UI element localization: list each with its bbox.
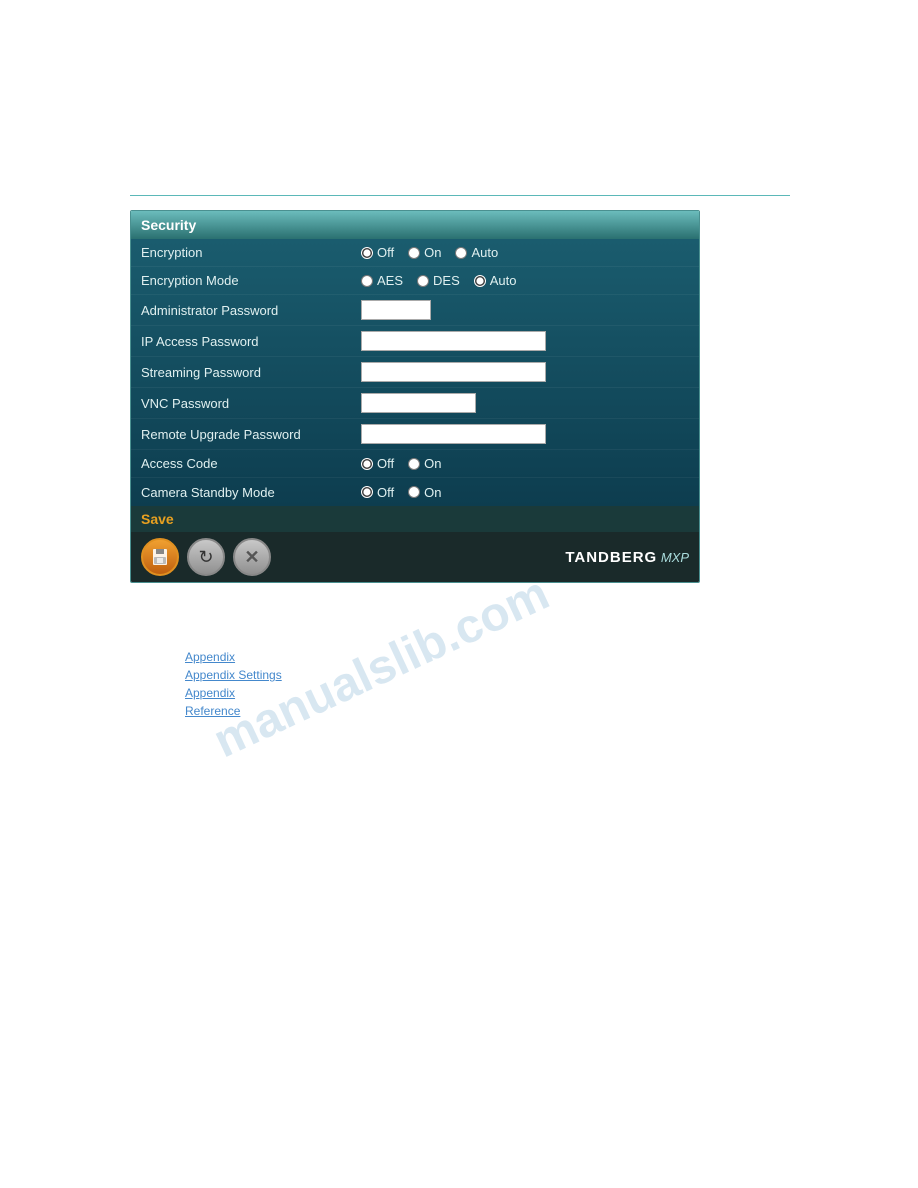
encryption-mode-radio-group: AES DES Auto [361,273,517,288]
toolbar-row: ↻ ✕ TANDBERG MXP [131,532,699,582]
link-3[interactable]: Appendix [185,686,282,700]
streaming-password-label: Streaming Password [141,365,361,380]
encryption-auto-label: Auto [471,245,498,260]
encryption-radio-group: Off On Auto [361,245,498,260]
encryption-row: Encryption Off On Auto [131,239,699,267]
admin-password-row: Administrator Password [131,295,699,326]
enc-mode-aes-label: AES [377,273,403,288]
encryption-off-label: Off [377,245,394,260]
enc-mode-auto-label: Auto [490,273,517,288]
close-button[interactable]: ✕ [233,538,271,576]
links-area: Appendix Appendix Settings Appendix Refe… [185,650,282,722]
refresh-icon: ↻ [198,547,213,568]
panel-header: Security [131,211,699,239]
refresh-button[interactable]: ↻ [187,538,225,576]
admin-password-label: Administrator Password [141,303,361,318]
remote-upgrade-password-label: Remote Upgrade Password [141,427,361,442]
camera-standby-off-radio[interactable] [361,486,373,498]
access-code-on-radio[interactable] [408,458,420,470]
enc-mode-auto-radio[interactable] [474,275,486,287]
camera-standby-on-option[interactable]: On [408,485,441,500]
save-row: Save [131,506,699,532]
encryption-auto-option[interactable]: Auto [455,245,498,260]
enc-mode-aes-option[interactable]: AES [361,273,403,288]
ip-access-password-row: IP Access Password [131,326,699,357]
encryption-mode-row: Encryption Mode AES DES Auto [131,267,699,295]
remote-upgrade-password-row: Remote Upgrade Password [131,419,699,450]
vnc-password-label: VNC Password [141,396,361,411]
remote-upgrade-password-input[interactable] [361,424,546,444]
access-code-row: Access Code Off On [131,450,699,478]
access-code-off-option[interactable]: Off [361,456,394,471]
access-code-on-option[interactable]: On [408,456,441,471]
streaming-password-row: Streaming Password [131,357,699,388]
camera-standby-off-label: Off [377,485,394,500]
ip-access-password-input[interactable] [361,331,546,351]
brand-suffix: MXP [661,550,689,565]
top-line [130,195,790,196]
encryption-mode-label: Encryption Mode [141,273,361,288]
save-button[interactable] [141,538,179,576]
camera-standby-on-radio[interactable] [408,486,420,498]
access-code-off-label: Off [377,456,394,471]
encryption-label: Encryption [141,245,361,260]
brand-name: TANDBERG [565,549,657,566]
access-code-off-radio[interactable] [361,458,373,470]
ip-access-password-label: IP Access Password [141,334,361,349]
vnc-password-row: VNC Password [131,388,699,419]
encryption-on-option[interactable]: On [408,245,441,260]
camera-standby-off-option[interactable]: Off [361,485,394,500]
link-1[interactable]: Appendix [185,650,282,664]
camera-standby-radio-group: Off On [361,485,441,500]
enc-mode-des-label: DES [433,273,460,288]
link-2[interactable]: Appendix Settings [185,668,282,682]
page-container: Security Encryption Off On [0,0,918,1188]
access-code-radio-group: Off On [361,456,441,471]
vnc-password-input[interactable] [361,393,476,413]
enc-mode-des-radio[interactable] [417,275,429,287]
encryption-off-radio[interactable] [361,247,373,259]
enc-mode-des-option[interactable]: DES [417,273,460,288]
save-label[interactable]: Save [141,511,174,527]
link-4[interactable]: Reference [185,704,282,718]
encryption-auto-radio[interactable] [455,247,467,259]
encryption-on-radio[interactable] [408,247,420,259]
access-code-on-label: On [424,456,441,471]
brand-area: TANDBERG MXP [565,549,689,566]
panel-body: Encryption Off On Auto [131,239,699,506]
encryption-on-label: On [424,245,441,260]
encryption-off-option[interactable]: Off [361,245,394,260]
camera-standby-mode-row: Camera Standby Mode Off On [131,478,699,506]
streaming-password-input[interactable] [361,362,546,382]
camera-standby-mode-label: Camera Standby Mode [141,485,361,500]
access-code-label: Access Code [141,456,361,471]
camera-standby-on-label: On [424,485,441,500]
toolbar-buttons: ↻ ✕ [141,538,271,576]
panel-title: Security [141,217,196,233]
close-icon: ✕ [244,547,259,568]
security-panel: Security Encryption Off On [130,210,700,583]
save-icon [150,547,170,567]
enc-mode-auto-option[interactable]: Auto [474,273,517,288]
admin-password-input[interactable] [361,300,431,320]
enc-mode-aes-radio[interactable] [361,275,373,287]
